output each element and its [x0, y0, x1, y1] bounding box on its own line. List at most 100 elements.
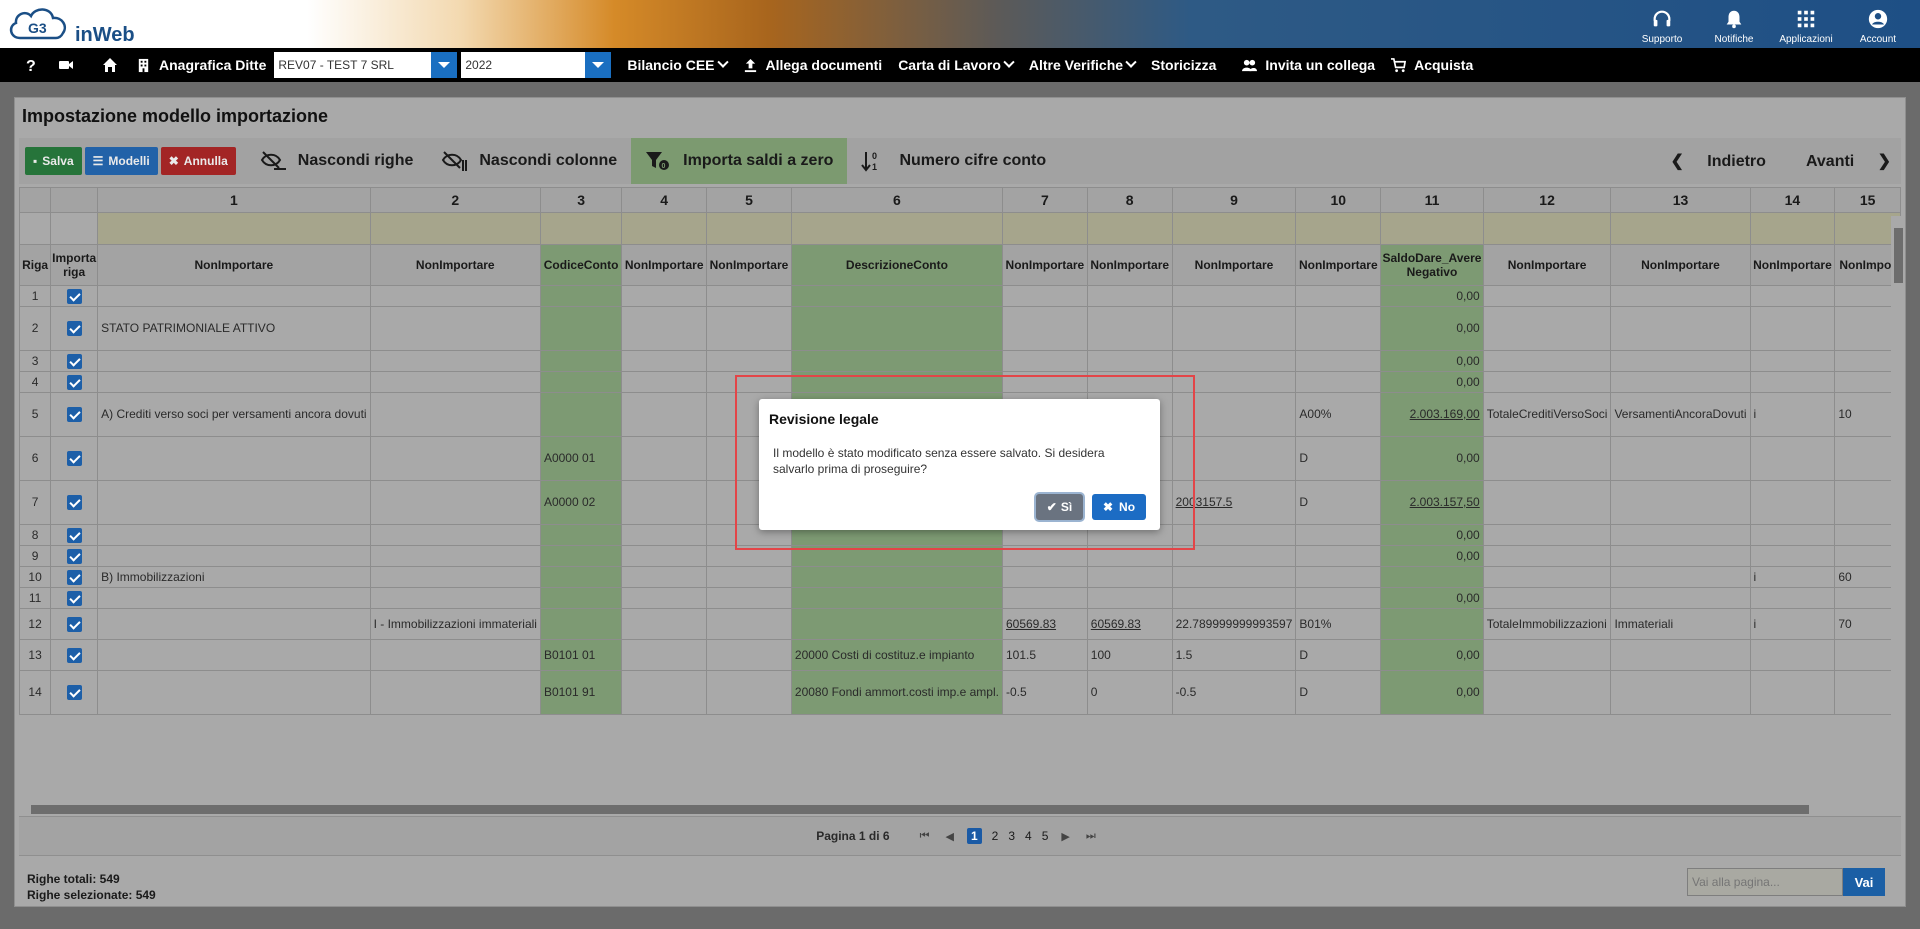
column-filter-cell[interactable] [1171, 212, 1297, 245]
grid-cell[interactable] [1001, 350, 1088, 372]
hide-columns-button[interactable]: Nascondi colonne [427, 138, 631, 184]
grid-cell[interactable]: B) Immobilizzazioni [97, 566, 371, 588]
column-header[interactable]: DescrizioneConto [790, 244, 1003, 286]
column-header[interactable]: NonImportare [706, 244, 792, 286]
video-button[interactable] [48, 48, 84, 82]
grid-cell[interactable] [1749, 587, 1836, 609]
grid-cell[interactable]: D [1295, 436, 1382, 481]
grid-cell[interactable] [706, 608, 792, 640]
grid-cell[interactable]: 0,00 [1380, 371, 1484, 393]
grid-cell[interactable] [1171, 566, 1297, 588]
grid-cell[interactable]: 0 [1086, 670, 1173, 715]
grid-cell[interactable] [1482, 371, 1612, 393]
grid-cell[interactable] [1610, 285, 1751, 307]
column-filter-cell[interactable] [706, 212, 792, 245]
grid-cell[interactable] [97, 639, 371, 671]
import-row-checkbox[interactable] [66, 527, 82, 543]
grid-cell[interactable] [97, 545, 371, 567]
column-header[interactable]: SaldoDare_Avere Negativo [1380, 244, 1484, 286]
grid-cell[interactable] [621, 306, 708, 351]
grid-cell[interactable] [1610, 639, 1751, 671]
grid-cell[interactable]: 0,00 [1380, 524, 1484, 546]
grid-cell[interactable] [1749, 350, 1836, 372]
grid-cell[interactable] [539, 306, 623, 351]
grid-cell[interactable] [97, 480, 371, 525]
grid-cell[interactable] [1482, 306, 1612, 351]
scroll-thumb[interactable] [1894, 228, 1903, 283]
grid-cell[interactable]: i [1749, 392, 1836, 437]
grid-cell[interactable] [706, 350, 792, 372]
import-zero-balances-toggle[interactable]: 0 Importa saldi a zero [631, 138, 848, 184]
grid-cell[interactable]: 60569.83 [1001, 608, 1088, 640]
vertical-scrollbar[interactable] [1891, 216, 1905, 716]
grid-cell[interactable] [1001, 306, 1088, 351]
column-filter-cell[interactable] [621, 212, 708, 245]
grid-cell[interactable] [539, 608, 623, 640]
grid-cell[interactable] [1749, 306, 1836, 351]
grid-cell[interactable]: 2.003.157,50 [1380, 480, 1484, 525]
grid-cell[interactable] [1482, 480, 1612, 525]
next-page-icon[interactable]: ▶ [1061, 830, 1069, 843]
grid-cell[interactable] [1482, 436, 1612, 481]
grid-cell[interactable] [539, 392, 623, 437]
anagrafica-ditte-link[interactable]: Anagrafica Ditte [128, 48, 274, 82]
column-filter-cell[interactable] [97, 212, 371, 245]
grid-cell[interactable]: 60569.83 [1086, 608, 1173, 640]
column-filter-cell[interactable] [1749, 212, 1836, 245]
help-button[interactable]: ? [12, 48, 48, 82]
grid-cell[interactable] [706, 566, 792, 588]
grid-cell[interactable]: -0.5 [1171, 670, 1297, 715]
grid-cell[interactable] [1295, 285, 1382, 307]
grid-cell[interactable] [97, 371, 371, 393]
altre-verifiche-menu[interactable]: Altre Verifiche [1021, 48, 1143, 82]
grid-cell[interactable] [790, 566, 1003, 588]
grid-cell[interactable]: -0.5 [1001, 670, 1088, 715]
grid-cell[interactable] [1610, 566, 1751, 588]
grid-cell[interactable] [1295, 545, 1382, 567]
grid-cell[interactable]: 100 [1086, 639, 1173, 671]
goto-button[interactable]: Vai [1843, 868, 1885, 896]
grid-cell[interactable] [1749, 480, 1836, 525]
grid-cell[interactable] [1610, 545, 1751, 567]
grid-cell[interactable] [369, 566, 541, 588]
grid-cell[interactable] [1610, 670, 1751, 715]
grid-cell[interactable] [1295, 524, 1382, 546]
grid-cell[interactable]: i [1749, 608, 1836, 640]
grid-cell[interactable] [706, 306, 792, 351]
grid-cell[interactable] [539, 587, 623, 609]
grid-cell[interactable] [369, 639, 541, 671]
grid-cell[interactable] [1086, 285, 1173, 307]
acquista-link[interactable]: Acquista [1383, 48, 1481, 82]
carta-di-lavoro-menu[interactable]: Carta di Lavoro [890, 48, 1021, 82]
bilancio-cee-menu[interactable]: Bilancio CEE [619, 48, 734, 82]
grid-cell[interactable] [539, 371, 623, 393]
grid-cell[interactable]: I - Immobilizzazioni immateriali [369, 608, 541, 640]
import-row-checkbox[interactable] [66, 321, 82, 337]
import-row-checkbox[interactable] [66, 590, 82, 606]
year-select[interactable]: 2022 [461, 52, 612, 78]
grid-cell[interactable] [1086, 566, 1173, 588]
grid-cell[interactable] [1171, 285, 1297, 307]
page-number[interactable]: 3 [1008, 829, 1015, 843]
grid-cell[interactable] [706, 285, 792, 307]
grid-cell[interactable] [706, 639, 792, 671]
grid-cell[interactable] [1295, 371, 1382, 393]
grid-cell[interactable] [1171, 306, 1297, 351]
allega-documenti-link[interactable]: Allega documenti [735, 48, 891, 82]
grid-cell[interactable] [1610, 480, 1751, 525]
forward-button[interactable]: Avanti ❯ [1786, 151, 1901, 171]
grid-cell[interactable] [1295, 587, 1382, 609]
grid-cell[interactable] [369, 524, 541, 546]
grid-cell[interactable] [1610, 587, 1751, 609]
grid-cell[interactable] [621, 480, 708, 525]
grid-cell[interactable]: B01% [1295, 608, 1382, 640]
grid-cell[interactable]: 22.789999999993597 [1171, 608, 1297, 640]
cancel-button[interactable]: ✖ Annulla [160, 147, 236, 175]
grid-cell[interactable]: 0,00 [1380, 350, 1484, 372]
grid-cell[interactable] [1001, 566, 1088, 588]
grid-cell[interactable] [790, 306, 1003, 351]
column-header[interactable]: NonImportare [1610, 244, 1751, 286]
hide-rows-button[interactable]: Nascondi righe [246, 138, 428, 184]
column-header[interactable]: NonImportare [1171, 244, 1297, 286]
account-digits-button[interactable]: 01 Numero cifre conto [847, 138, 1060, 184]
